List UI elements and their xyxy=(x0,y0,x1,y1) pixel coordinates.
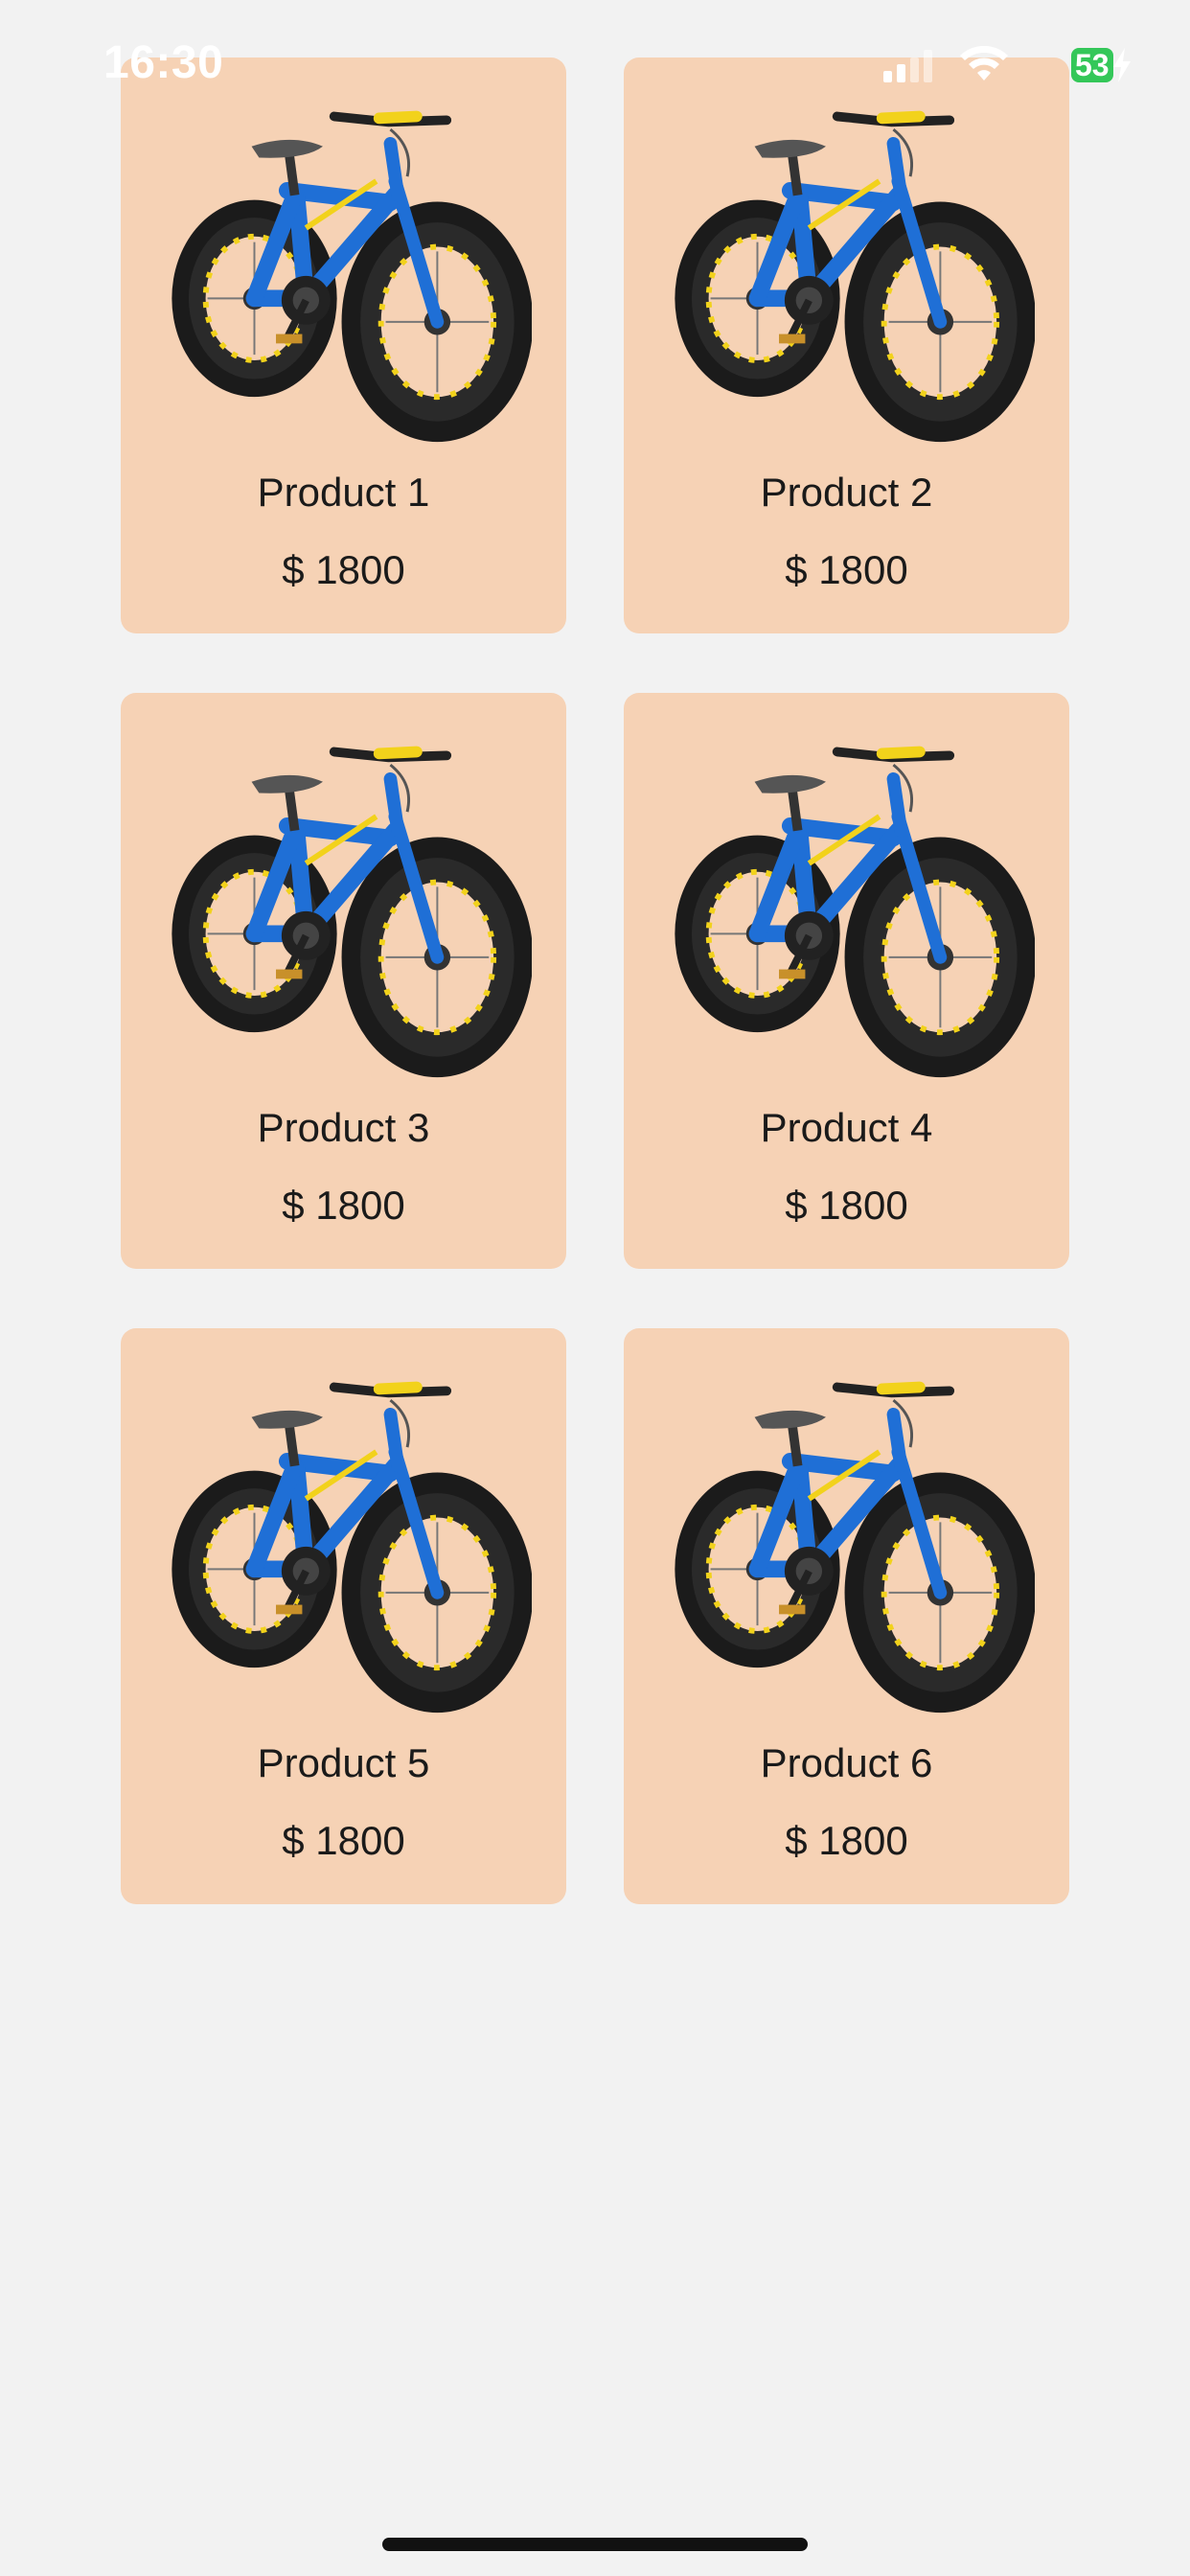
product-price: $ 1800 xyxy=(785,1818,908,1863)
fat-tire-bike-image xyxy=(658,92,1035,448)
product-card-4[interactable]: Product 4 $ 1800 xyxy=(624,693,1069,1269)
status-icons: 53 xyxy=(883,44,1131,86)
fat-tire-bike-image xyxy=(155,92,532,448)
fat-tire-bike-image xyxy=(658,1363,1035,1719)
product-price: $ 1800 xyxy=(785,547,908,592)
product-card-2[interactable]: Product 2 $ 1800 xyxy=(624,58,1069,633)
product-card-5[interactable]: Product 5 $ 1800 xyxy=(121,1328,566,1904)
product-card-6[interactable]: Product 6 $ 1800 xyxy=(624,1328,1069,1904)
wifi-icon xyxy=(960,46,1008,80)
product-name: Product 1 xyxy=(257,470,430,515)
product-name: Product 6 xyxy=(760,1740,933,1785)
product-name: Product 3 xyxy=(257,1105,430,1150)
product-card-3[interactable]: Product 3 $ 1800 xyxy=(121,693,566,1269)
fat-tire-bike-image xyxy=(155,727,532,1084)
product-price: $ 1800 xyxy=(282,547,405,592)
product-price: $ 1800 xyxy=(282,1183,405,1228)
product-card-1[interactable]: Product 1 $ 1800 xyxy=(121,58,566,633)
home-indicator[interactable] xyxy=(382,2538,808,2551)
fat-tire-bike-image xyxy=(155,1363,532,1719)
product-price: $ 1800 xyxy=(282,1818,405,1863)
cellular-signal-icon xyxy=(883,50,932,82)
product-price: $ 1800 xyxy=(785,1183,908,1228)
battery-icon: 53 xyxy=(1071,48,1113,82)
battery-percent: 53 xyxy=(1075,48,1110,82)
fat-tire-bike-image xyxy=(658,727,1035,1084)
charging-bolt-icon xyxy=(1113,48,1131,82)
product-name: Product 5 xyxy=(257,1740,430,1785)
product-name: Product 4 xyxy=(760,1105,933,1150)
status-bar: 16:30 53 xyxy=(0,0,1190,134)
product-name: Product 2 xyxy=(760,470,933,515)
status-time: 16:30 xyxy=(103,37,224,88)
